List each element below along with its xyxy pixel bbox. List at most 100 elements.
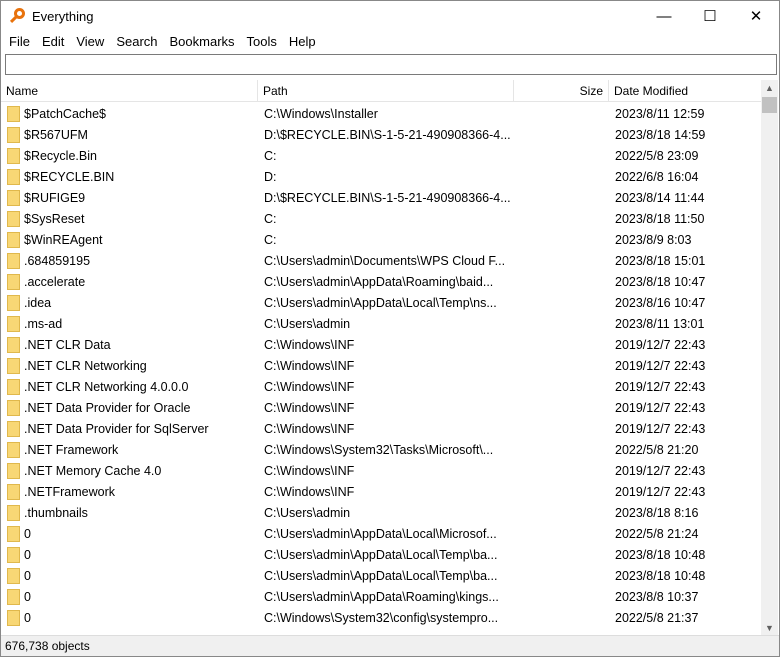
table-row[interactable]: .NET Data Provider for SqlServer C:\Windo… xyxy=(1,418,763,439)
folder-icon xyxy=(7,420,20,437)
folder-icon xyxy=(7,210,20,227)
menu-help[interactable]: Help xyxy=(283,34,322,49)
name-cell: 0 xyxy=(1,588,258,605)
table-row[interactable]: 0 C:\Users\admin\AppData\Local\Microsof..… xyxy=(1,523,763,544)
table-row[interactable]: 0 C:\Windows\System32\config\systempro...… xyxy=(1,607,763,628)
date-cell: 2019/12/7 22:43 xyxy=(615,379,706,394)
table-row[interactable]: 0 C:\Users\admin\AppData\Local\Temp\ba...… xyxy=(1,565,763,586)
name-cell: .idea xyxy=(1,294,258,311)
name-cell: $R567UFM xyxy=(1,126,258,143)
path-cell: C:\Windows\Installer xyxy=(264,106,378,121)
file-name: $PatchCache$ xyxy=(24,106,107,121)
file-name: .NET CLR Networking xyxy=(24,358,147,373)
path-cell: C:\Windows\INF xyxy=(264,421,355,436)
path-cell: D:\$RECYCLE.BIN\S-1-5-21-490908366-4... xyxy=(264,127,511,142)
table-row[interactable]: .NET CLR Networking C:\Windows\INF 2019/12… xyxy=(1,355,763,376)
folder-icon xyxy=(7,105,20,122)
table-row[interactable]: $RUFIGE9 D:\$RECYCLE.BIN\S-1-5-21-4909083… xyxy=(1,187,763,208)
name-cell: $Recycle.Bin xyxy=(1,147,258,164)
folder-icon xyxy=(7,441,20,458)
folder-icon xyxy=(7,147,20,164)
folder-icon xyxy=(7,399,20,416)
name-cell: .NET Memory Cache 4.0 xyxy=(1,462,258,479)
table-row[interactable]: .accelerate C:\Users\admin\AppData\Roamin… xyxy=(1,271,763,292)
table-row[interactable]: .thumbnails C:\Users\admin 2023/8/18 8:16 xyxy=(1,502,763,523)
date-cell: 2023/8/8 10:37 xyxy=(615,589,699,604)
close-button[interactable]: ✕ xyxy=(733,1,779,31)
date-cell: 2023/8/18 15:01 xyxy=(615,253,706,268)
path-cell: C:\Windows\INF xyxy=(264,484,355,499)
date-cell: 2022/5/8 23:09 xyxy=(615,148,699,163)
folder-icon xyxy=(7,525,20,542)
vertical-scrollbar[interactable]: ▲ ▼ xyxy=(761,80,778,637)
name-cell: .NET CLR Data xyxy=(1,336,258,353)
scroll-up-icon[interactable]: ▲ xyxy=(761,80,778,97)
file-name: .accelerate xyxy=(24,274,86,289)
date-cell: 2019/12/7 22:43 xyxy=(615,400,706,415)
table-row[interactable]: .684859195 C:\Users\admin\Documents\WPS C… xyxy=(1,250,763,271)
date-cell: 2022/6/8 16:04 xyxy=(615,169,699,184)
file-name: .thumbnails xyxy=(24,505,88,520)
table-row[interactable]: 0 C:\Users\admin\AppData\Local\Temp\ba...… xyxy=(1,544,763,565)
path-cell: C:\Users\admin\AppData\Local\Temp\ba... xyxy=(264,568,498,583)
file-name: 0 xyxy=(24,610,31,625)
search-input[interactable] xyxy=(5,54,777,75)
name-cell: .NET Framework xyxy=(1,441,258,458)
menu-file[interactable]: File xyxy=(3,34,36,49)
name-cell: $RUFIGE9 xyxy=(1,189,258,206)
path-cell: C:\Windows\INF xyxy=(264,400,355,415)
menu-search[interactable]: Search xyxy=(110,34,163,49)
table-row[interactable]: .ms-ad C:\Users\admin 2023/8/11 13:01 xyxy=(1,313,763,334)
menu-bookmarks[interactable]: Bookmarks xyxy=(164,34,241,49)
table-row[interactable]: .NET Memory Cache 4.0 C:\Windows\INF 2019/… xyxy=(1,460,763,481)
column-header: Name Path Size Date Modified xyxy=(1,80,763,102)
table-row[interactable]: .NET CLR Data C:\Windows\INF 2019/12/7 22:… xyxy=(1,334,763,355)
maximize-button[interactable]: ☐ xyxy=(687,1,733,31)
title-bar: Everything — ☐ ✕ xyxy=(1,1,779,31)
table-row[interactable]: $Recycle.Bin C: 2022/5/8 23:09 xyxy=(1,145,763,166)
table-row[interactable]: .NETFramework C:\Windows\INF 2019/12/7 22:… xyxy=(1,481,763,502)
file-name: 0 xyxy=(24,589,31,604)
column-name[interactable]: Name xyxy=(1,80,258,101)
name-cell: .accelerate xyxy=(1,273,258,290)
path-cell: C:\Users\admin\AppData\Local\Microsof... xyxy=(264,526,497,541)
status-bar: 676,738 objects xyxy=(1,635,779,656)
table-row[interactable]: $SysReset C: 2023/8/18 11:50 xyxy=(1,208,763,229)
table-row[interactable]: $R567UFM D:\$RECYCLE.BIN\S-1-5-21-4909083… xyxy=(1,124,763,145)
date-cell: 2023/8/14 11:44 xyxy=(615,190,705,205)
table-row[interactable]: .NET Data Provider for Oracle C:\Windows\… xyxy=(1,397,763,418)
name-cell: 0 xyxy=(1,525,258,542)
folder-icon xyxy=(7,462,20,479)
table-row[interactable]: .NET Framework C:\Windows\System32\Tasks\… xyxy=(1,439,763,460)
column-path[interactable]: Path xyxy=(258,80,514,101)
menu-tools[interactable]: Tools xyxy=(241,34,283,49)
scroll-thumb[interactable] xyxy=(762,97,777,113)
file-name: $R567UFM xyxy=(24,127,88,142)
folder-icon xyxy=(7,168,20,185)
path-cell: D: xyxy=(264,169,277,184)
date-cell: 2023/8/11 13:01 xyxy=(615,316,705,331)
column-size[interactable]: Size xyxy=(514,80,609,101)
table-row[interactable]: .idea C:\Users\admin\AppData\Local\Temp\n… xyxy=(1,292,763,313)
date-cell: 2023/8/18 11:50 xyxy=(615,211,705,226)
table-row[interactable]: .NET CLR Networking 4.0.0.0 C:\Windows\IN… xyxy=(1,376,763,397)
table-row[interactable]: 0 C:\Users\admin\AppData\Roaming\kings...… xyxy=(1,586,763,607)
date-cell: 2019/12/7 22:43 xyxy=(615,484,706,499)
path-cell: C:\Users\admin\AppData\Roaming\baid... xyxy=(264,274,494,289)
object-count: 676,738 objects xyxy=(5,639,90,653)
window-title: Everything xyxy=(32,8,94,24)
name-cell: $PatchCache$ xyxy=(1,105,258,122)
file-name: 0 xyxy=(24,568,31,583)
table-row[interactable]: $PatchCache$ C:\Windows\Installer 2023/8/1… xyxy=(1,103,763,124)
column-date-modified[interactable]: Date Modified xyxy=(609,80,763,101)
table-row[interactable]: $WinREAgent C: 2023/8/9 8:03 xyxy=(1,229,763,250)
menu-edit[interactable]: Edit xyxy=(36,34,70,49)
minimize-button[interactable]: — xyxy=(641,1,687,31)
folder-icon xyxy=(7,126,20,143)
folder-icon xyxy=(7,567,20,584)
table-row[interactable]: $RECYCLE.BIN D: 2022/6/8 16:04 xyxy=(1,166,763,187)
file-name: $RUFIGE9 xyxy=(24,190,86,205)
path-cell: C:\Users\admin\Documents\WPS Cloud F... xyxy=(264,253,506,268)
folder-icon xyxy=(7,294,20,311)
menu-view[interactable]: View xyxy=(70,34,110,49)
